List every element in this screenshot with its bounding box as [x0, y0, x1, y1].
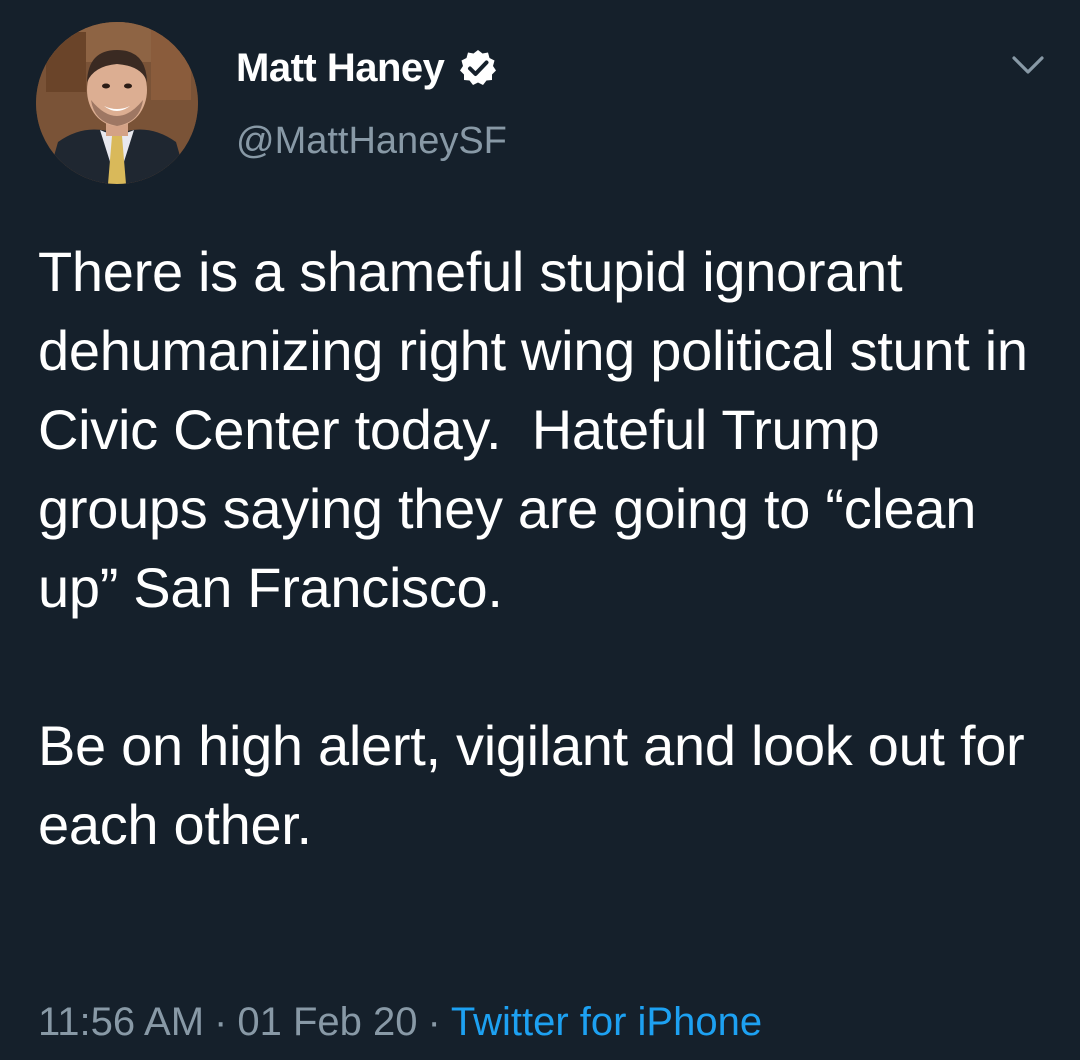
author-name-text[interactable]: Matt Haney: [236, 44, 445, 92]
avatar-image: [36, 22, 198, 184]
tweet-time[interactable]: 11:56 AM: [38, 1000, 204, 1044]
tweet-source-link[interactable]: Twitter for iPhone: [451, 1000, 762, 1044]
meta-separator: ·: [214, 1000, 228, 1044]
avatar[interactable]: [36, 22, 198, 184]
meta-separator: ·: [427, 1000, 441, 1044]
author-handle[interactable]: @MattHaneySF: [236, 118, 507, 164]
tweet-meta: 11:56 AM · 01 Feb 20 · Twitter for iPhone: [38, 996, 762, 1048]
tweet-text: There is a shameful stupid ignorant dehu…: [38, 232, 1058, 864]
chevron-down-icon[interactable]: [1010, 50, 1046, 80]
tweet-date[interactable]: 01 Feb 20: [237, 1000, 417, 1044]
author-name[interactable]: Matt Haney: [236, 44, 498, 92]
verified-badge-icon: [460, 50, 497, 85]
tweet-paragraph: Be on high alert, vigilant and look out …: [38, 714, 1040, 856]
tweet-paragraph: There is a shameful stupid ignorant dehu…: [38, 240, 1044, 619]
tweet-card: Matt Haney @MattHaneySF There is a shame…: [0, 0, 1080, 1060]
